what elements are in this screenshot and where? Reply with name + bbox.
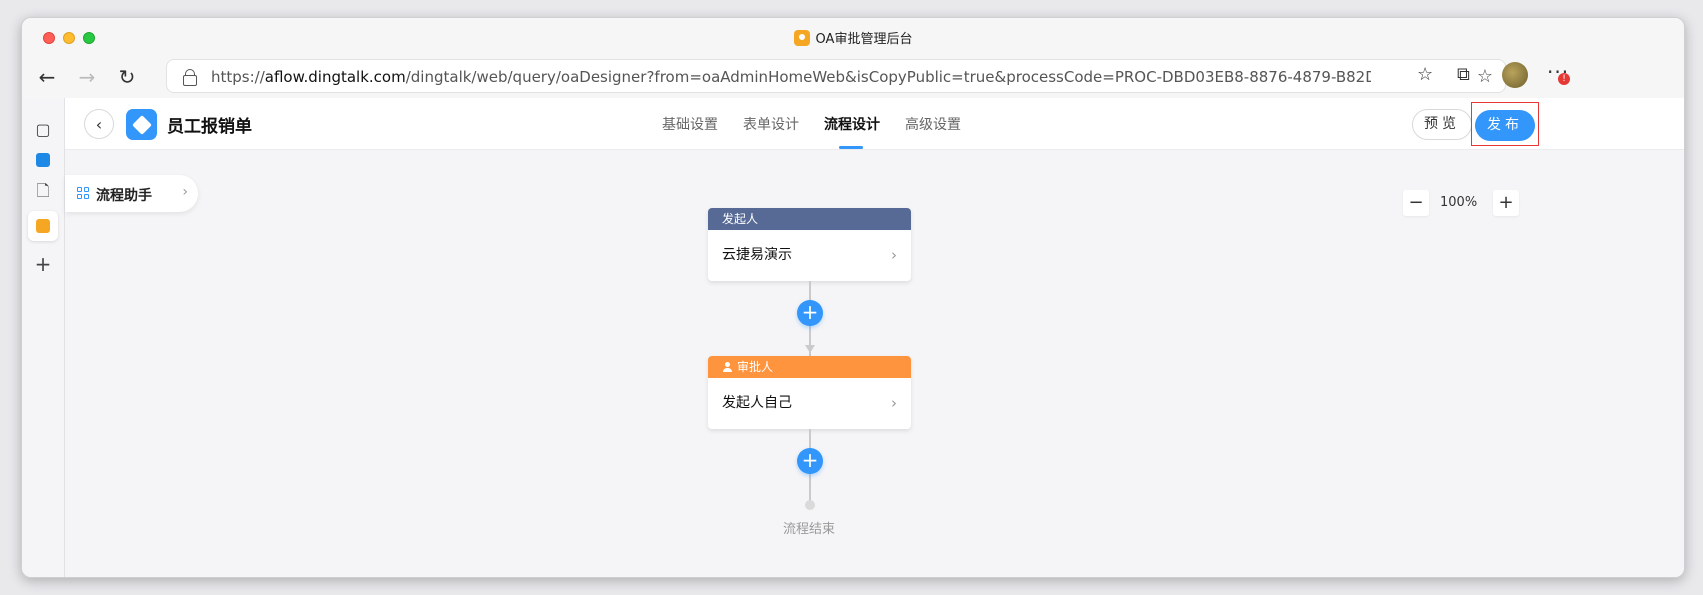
sidebar-app-blue-icon[interactable] [28, 145, 58, 175]
zoom-level: 100% [1440, 195, 1478, 210]
address-bar[interactable]: https://aflow.dingtalk.com/dingtalk/web/… [166, 59, 1506, 93]
browser-sidebar: ▢ 🗋 + [22, 98, 65, 577]
flow-arrow [805, 345, 815, 353]
tab-advanced-settings[interactable]: 高级设置 [905, 114, 961, 134]
approver-node-body: 发起人自己 › [708, 378, 911, 429]
initiator-node-header: 发起人 [708, 208, 911, 230]
sidebar-app-oa-icon[interactable] [28, 211, 58, 241]
form-logo-icon [126, 109, 157, 140]
process-helper-label: 流程助手 [96, 188, 152, 204]
add-node-button[interactable]: + [797, 448, 823, 474]
browser-window: OA审批管理后台 ← → ↻ https://aflow.dingtalk.co… [21, 17, 1685, 578]
initiator-node-content: 云捷易演示 [722, 247, 792, 263]
active-tab-indicator [839, 146, 863, 149]
collections-icon[interactable]: ⧉ [1457, 64, 1470, 85]
tab-process-design[interactable]: 流程设计 [824, 114, 880, 134]
process-designer: ‹ 员工报销单 基础设置 表单设计 流程设计 高级设置 预览 发布 流程助手 › [65, 98, 1684, 577]
lock-icon [183, 69, 197, 86]
chevron-right-icon: › [891, 246, 897, 264]
zoom-in-button[interactable]: + [1493, 190, 1519, 216]
favorites-icon[interactable]: ☆ [1417, 64, 1433, 85]
zoom-control: − 100% + [1403, 190, 1519, 216]
document-icon[interactable]: 🗋 [28, 178, 58, 208]
approver-node-content: 发起人自己 [722, 395, 792, 411]
publish-highlight-box: 发布 [1471, 102, 1539, 146]
plus-icon: + [801, 300, 819, 324]
person-icon [722, 362, 732, 372]
page-title: 员工报销单 [167, 117, 252, 137]
reload-icon[interactable]: ↻ [112, 62, 142, 92]
zoom-out-button[interactable]: − [1403, 190, 1429, 216]
forward-arrow-icon[interactable]: → [72, 62, 102, 92]
initiator-node-body: 云捷易演示 › [708, 230, 911, 281]
profile-avatar[interactable] [1502, 62, 1528, 88]
grid-icon [77, 187, 89, 199]
add-sidebar-app-icon[interactable]: + [28, 249, 58, 279]
flow-end-dot [805, 500, 815, 510]
preview-button[interactable]: 预览 [1412, 109, 1472, 140]
app-favicon-icon [793, 30, 810, 46]
title-bar: OA审批管理后台 [22, 18, 1684, 56]
tab-actions-icon[interactable]: ▢ [28, 114, 58, 144]
approver-node[interactable]: 审批人 发起人自己 › [708, 356, 911, 429]
process-helper-button[interactable]: 流程助手 › [65, 175, 198, 212]
publish-button[interactable]: 发布 [1475, 110, 1535, 141]
add-favorite-icon[interactable]: ☆ [1477, 66, 1493, 87]
designer-header: ‹ 员工报销单 基础设置 表单设计 流程设计 高级设置 预览 发布 [65, 98, 1684, 150]
initiator-node[interactable]: 发起人 云捷易演示 › [708, 208, 911, 281]
chevron-right-icon: › [891, 394, 897, 412]
back-arrow-icon[interactable]: ← [32, 62, 62, 92]
tab-basic-settings[interactable]: 基础设置 [662, 114, 718, 134]
browser-tab[interactable]: OA审批管理后台 [22, 28, 1684, 47]
approver-node-header: 审批人 [708, 356, 911, 378]
url-text[interactable]: https://aflow.dingtalk.com/dingtalk/web/… [211, 68, 1371, 86]
browser-toolbar: ← → ↻ https://aflow.dingtalk.com/dingtal… [22, 56, 1684, 98]
chevron-right-icon: › [182, 184, 188, 200]
chevron-left-icon: ‹ [95, 114, 103, 134]
tab-form-design[interactable]: 表单设计 [743, 114, 799, 134]
add-node-button[interactable]: + [797, 300, 823, 326]
back-button[interactable]: ‹ [84, 109, 114, 139]
plus-icon: + [801, 448, 819, 472]
tab-title: OA审批管理后台 [815, 32, 913, 47]
flow-end-label: 流程结束 [783, 522, 836, 537]
notification-badge: ! [1558, 73, 1570, 85]
